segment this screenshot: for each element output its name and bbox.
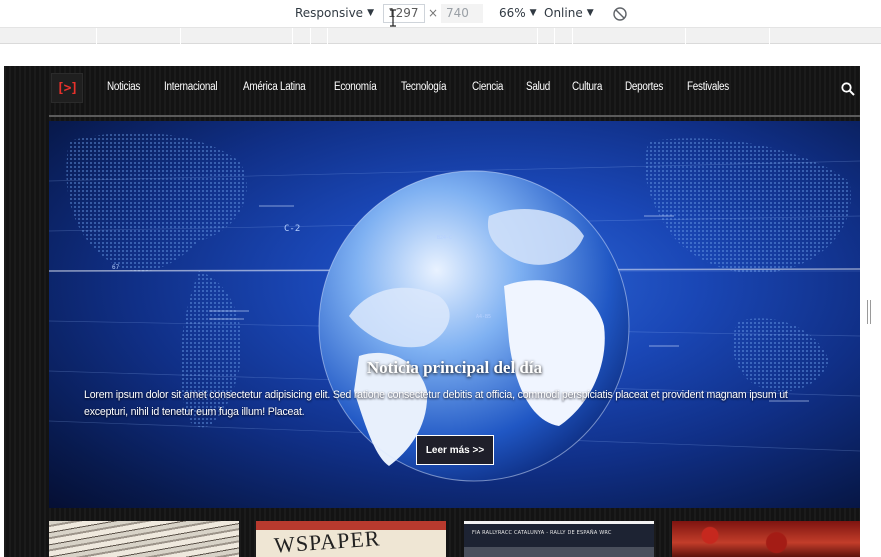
menu-item-internacional[interactable]: Internacional	[164, 81, 218, 93]
read-more-button[interactable]: Leer más >>	[416, 435, 494, 465]
menu-item-economia[interactable]: Economía	[334, 81, 377, 93]
map-label-a4b5: A4-B5	[476, 314, 491, 320]
menu-item-festivales[interactable]: Festivales	[687, 81, 729, 93]
menu-item-deportes[interactable]: Deportes	[625, 81, 663, 93]
zoom-label: 66%	[499, 6, 526, 20]
zoom-select[interactable]: 66% ▼	[499, 6, 537, 20]
network-select[interactable]: Online ▼	[544, 6, 594, 20]
menu-item-tecnologia[interactable]: Tecnología	[401, 81, 447, 93]
device-label: Responsive	[295, 6, 364, 20]
news-thumbnails: WSPAPER FIA RALLYRACC CATALUNYA - RALLY …	[49, 521, 860, 557]
main-menu: Noticias Internacional América Latina Ec…	[107, 81, 736, 93]
hero-banner: C-2 B24-C A4-B5 67 Noticia principal del…	[49, 121, 860, 508]
height-input[interactable]: 740	[441, 4, 483, 23]
hero-title: Noticia principal del día	[366, 358, 543, 377]
site-logo[interactable]: [>]	[51, 73, 83, 103]
map-label-c2: C-2	[284, 224, 300, 234]
thumbnail-rally-caption: FIA RALLYRACC CATALUNYA - RALLY DE ESPAÑ…	[472, 530, 612, 536]
menu-item-america-latina[interactable]: América Latina	[243, 81, 306, 93]
chevron-down-icon: ▼	[529, 8, 537, 18]
thumbnail-rally[interactable]: FIA RALLYRACC CATALUNYA - RALLY DE ESPAÑ…	[464, 521, 654, 557]
menu-item-cultura[interactable]: Cultura	[572, 81, 602, 93]
chevron-down-icon: ▼	[367, 8, 374, 18]
hero-description: Lorem ipsum dolor sit amet consectetur a…	[84, 389, 788, 418]
thumbnail-newspaper-text: WSPAPER	[273, 525, 382, 557]
search-icon[interactable]	[841, 82, 855, 96]
resize-handle[interactable]	[867, 300, 873, 324]
device-select[interactable]: Responsive ▼	[295, 6, 374, 20]
emulated-viewport: [>] Noticias Internacional América Latin…	[4, 66, 860, 557]
thumbnail-flowers[interactable]	[672, 521, 860, 557]
site-navbar: [>] Noticias Internacional América Latin…	[4, 66, 860, 112]
thumbnail-newspaper-headline[interactable]: WSPAPER	[256, 521, 446, 557]
nav-divider	[49, 115, 860, 117]
ruler-gap	[0, 44, 881, 66]
menu-item-ciencia[interactable]: Ciencia	[472, 81, 503, 93]
map-label-b24c: B24-C	[437, 235, 452, 241]
rotate-icon[interactable]	[612, 6, 628, 22]
chevron-down-icon: ▼	[586, 8, 594, 18]
media-query-ruler[interactable]	[0, 28, 881, 44]
menu-item-salud[interactable]: Salud	[526, 81, 550, 93]
times-label: ×	[428, 6, 439, 20]
menu-item-noticias[interactable]: Noticias	[107, 81, 140, 93]
text-cursor-icon	[390, 9, 396, 27]
thumbnail-newspapers[interactable]	[49, 521, 239, 557]
devtools-toolbar: Responsive ▼ 1297 × 740 66% ▼ Online ▼	[0, 0, 881, 28]
network-label: Online	[544, 6, 583, 20]
map-label-67: 67	[112, 264, 120, 271]
